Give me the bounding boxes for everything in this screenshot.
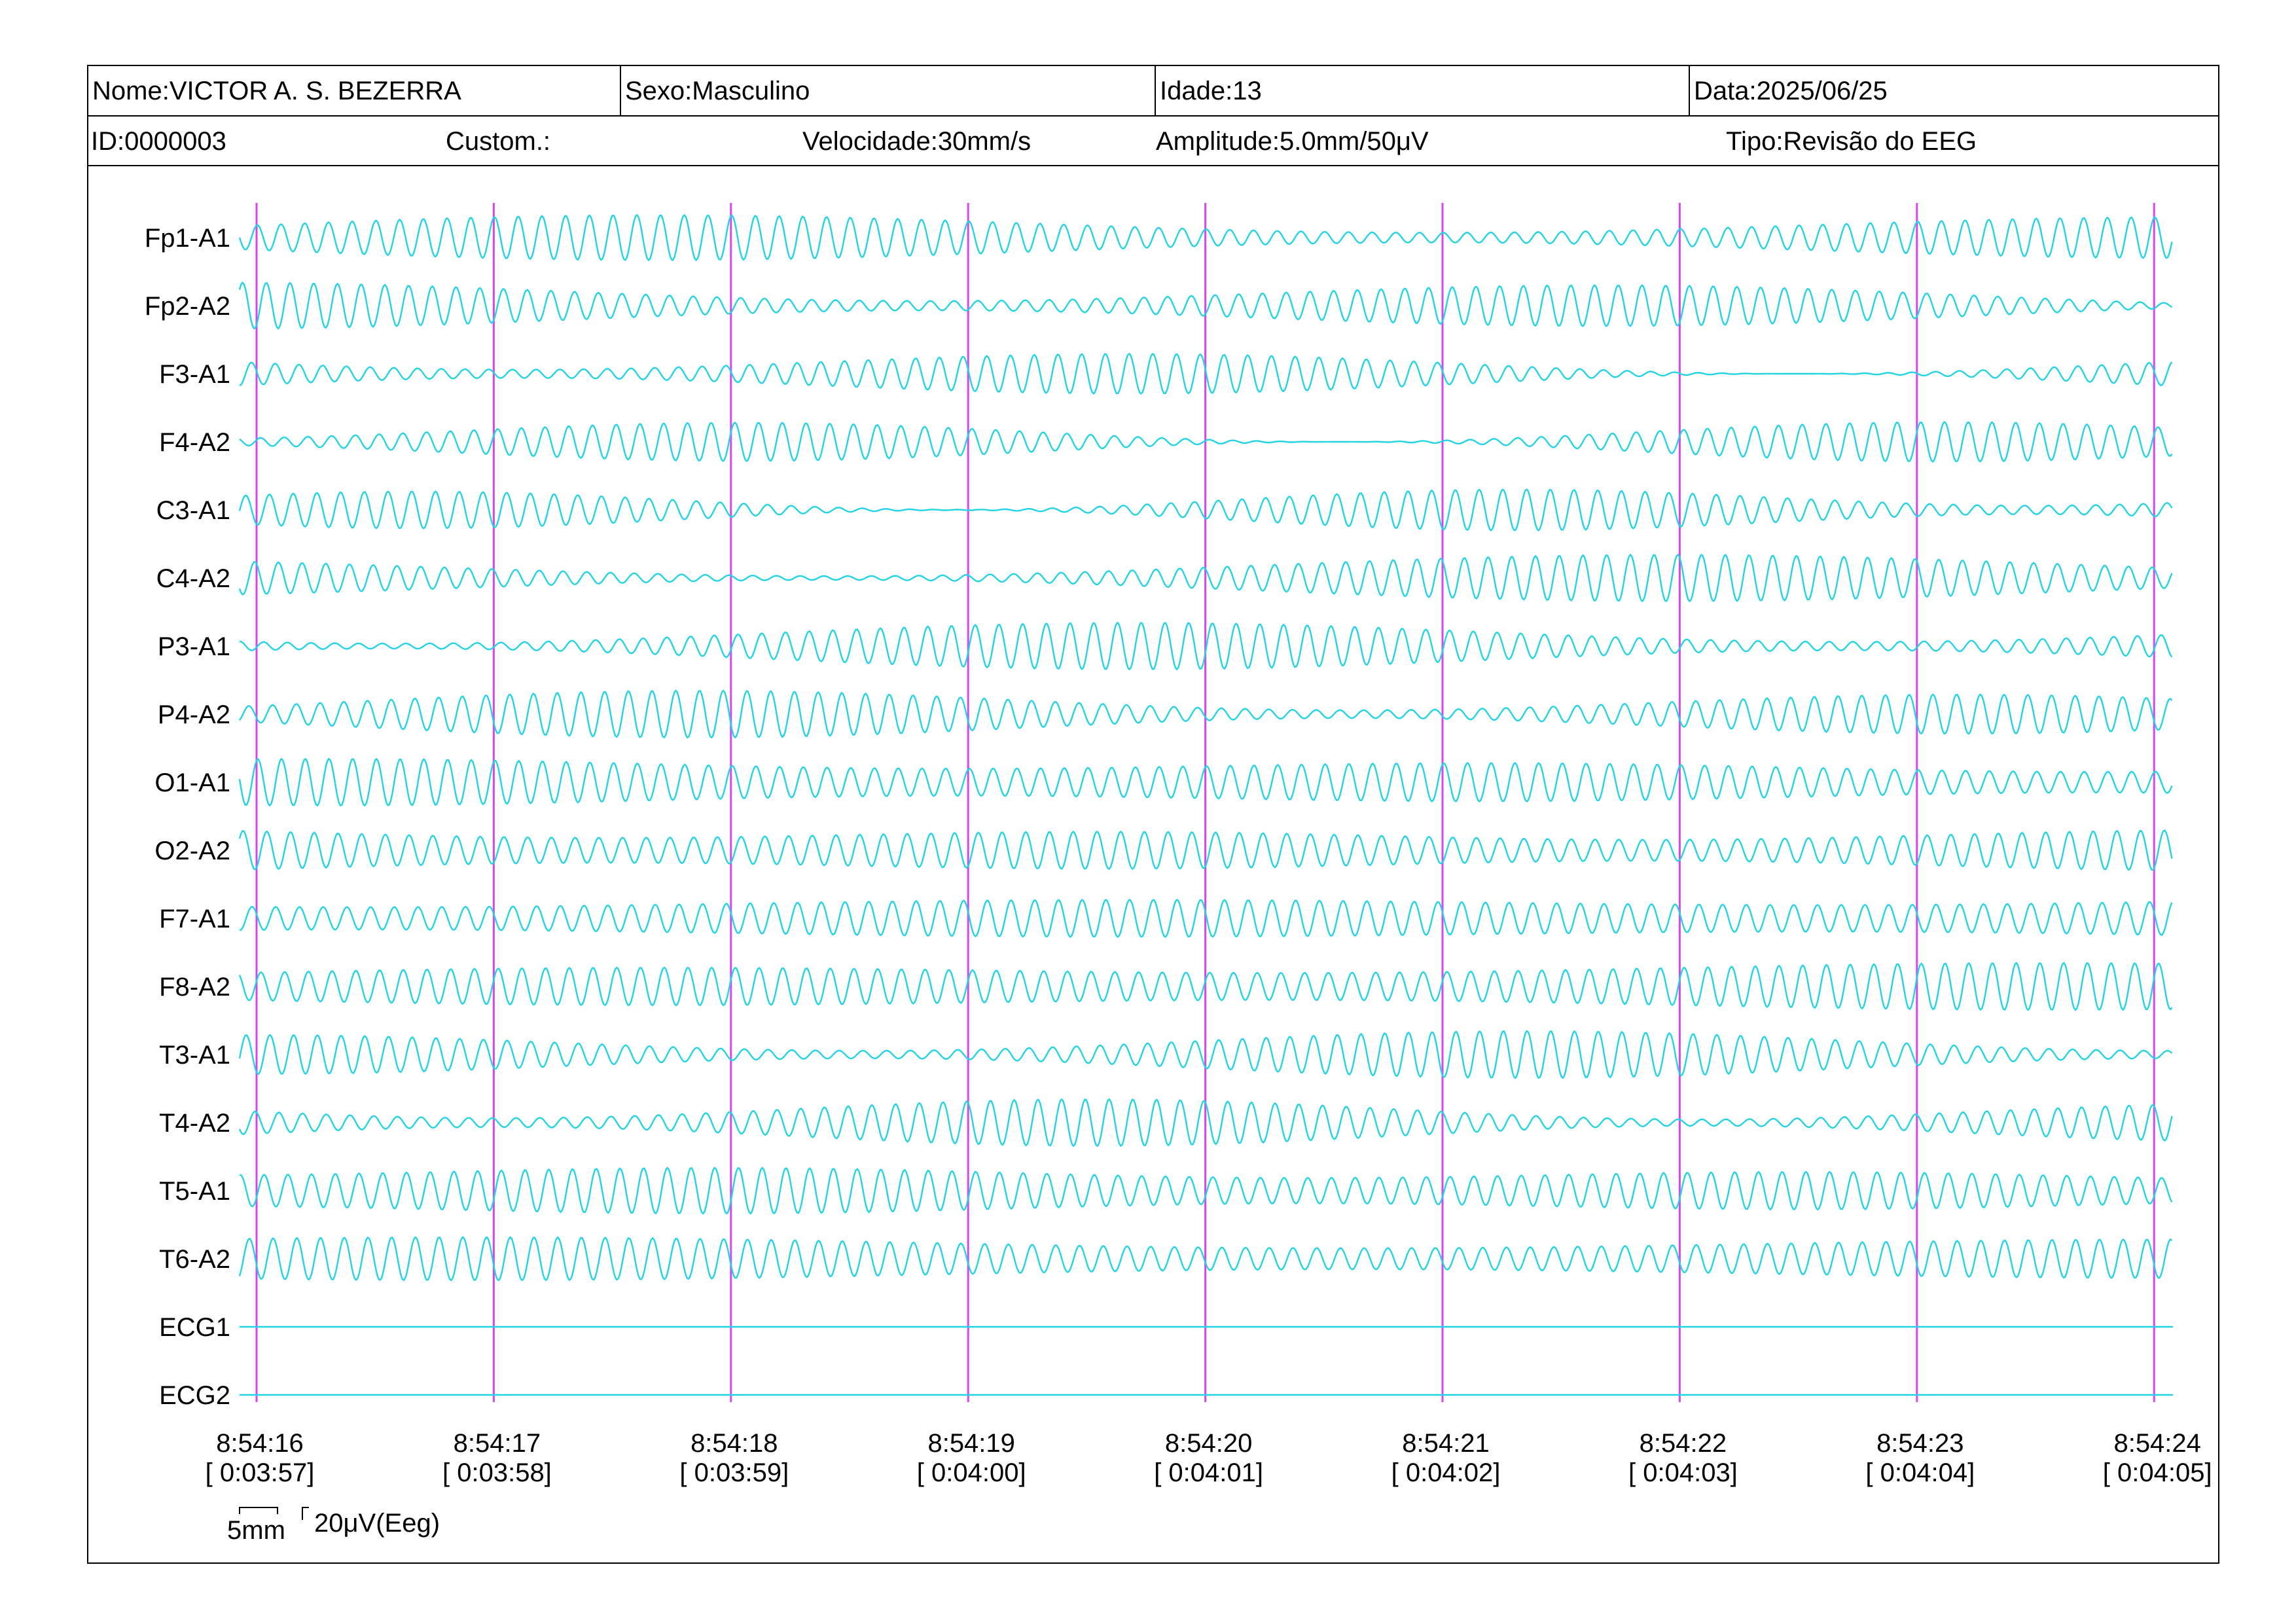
time-tick-labels: 8:54:16[ 0:03:57] 8:54:17[ 0:03:58] 8:54:1…	[206, 1429, 2212, 1487]
amplitude-scale-label: 20μV(Eeg)	[314, 1509, 440, 1538]
channel-label: Fp2-A2	[145, 292, 230, 321]
scale-bar: 5mm 20μV(Eeg)	[227, 1507, 440, 1545]
channel-label: C4-A2	[156, 564, 230, 593]
channel-label: T3-A1	[159, 1041, 230, 1070]
channel-label: O1-A1	[154, 768, 230, 797]
eeg-chart: Fp1-A1 Fp2-A2 F3-A1 F4-A2 C3-A1 C4-A2 P3-A1 P4-…	[145, 203, 2212, 1545]
channel-label: T6-A2	[159, 1245, 230, 1274]
tick-elapsed-label: [ 0:04:04]	[1865, 1458, 1975, 1487]
tick-elapsed-label: [ 0:03:57]	[206, 1458, 315, 1487]
tick-elapsed-label: [ 0:04:05]	[2103, 1458, 2212, 1487]
tick-elapsed-label: [ 0:04:03]	[1628, 1458, 1738, 1487]
channel-label: T5-A1	[159, 1177, 230, 1206]
channel-label: F8-A2	[159, 973, 230, 1001]
time-scale-bracket	[239, 1507, 278, 1514]
channel-label: O2-A2	[154, 837, 230, 865]
channel-labels: Fp1-A1 Fp2-A2 F3-A1 F4-A2 C3-A1 C4-A2 P3-A1 P4-…	[145, 224, 230, 1410]
channel-label: C3-A1	[156, 496, 230, 525]
tick-clock-label: 8:54:17	[454, 1429, 541, 1458]
channel-label: P4-A2	[158, 700, 230, 729]
channel-label: T4-A2	[159, 1109, 230, 1138]
tick-clock-label: 8:54:18	[691, 1429, 778, 1458]
time-scale-label: 5mm	[227, 1516, 285, 1545]
tick-elapsed-label: [ 0:03:59]	[679, 1458, 789, 1487]
channel-label: ECG1	[159, 1313, 230, 1342]
channel-label: F4-A2	[159, 428, 230, 457]
channel-label: F7-A1	[159, 905, 230, 933]
second-markers	[255, 203, 2155, 1402]
channel-label: ECG2	[159, 1381, 230, 1410]
tick-elapsed-label: [ 0:04:01]	[1154, 1458, 1263, 1487]
channel-label: F3-A1	[159, 360, 230, 389]
channel-label: P3-A1	[158, 632, 230, 661]
tick-elapsed-label: [ 0:03:58]	[442, 1458, 552, 1487]
tick-clock-label: 8:54:21	[1402, 1429, 1489, 1458]
tick-elapsed-label: [ 0:04:02]	[1391, 1458, 1501, 1487]
tick-clock-label: 8:54:16	[216, 1429, 303, 1458]
tick-clock-label: 8:54:24	[2113, 1429, 2200, 1458]
tick-clock-label: 8:54:19	[927, 1429, 1014, 1458]
tick-clock-label: 8:54:23	[1876, 1429, 1964, 1458]
channel-label: Fp1-A1	[145, 224, 230, 253]
tick-elapsed-label: [ 0:04:00]	[917, 1458, 1026, 1487]
amplitude-scale-bracket	[302, 1507, 309, 1520]
tick-clock-label: 8:54:22	[1640, 1429, 1727, 1458]
tick-clock-label: 8:54:20	[1165, 1429, 1252, 1458]
